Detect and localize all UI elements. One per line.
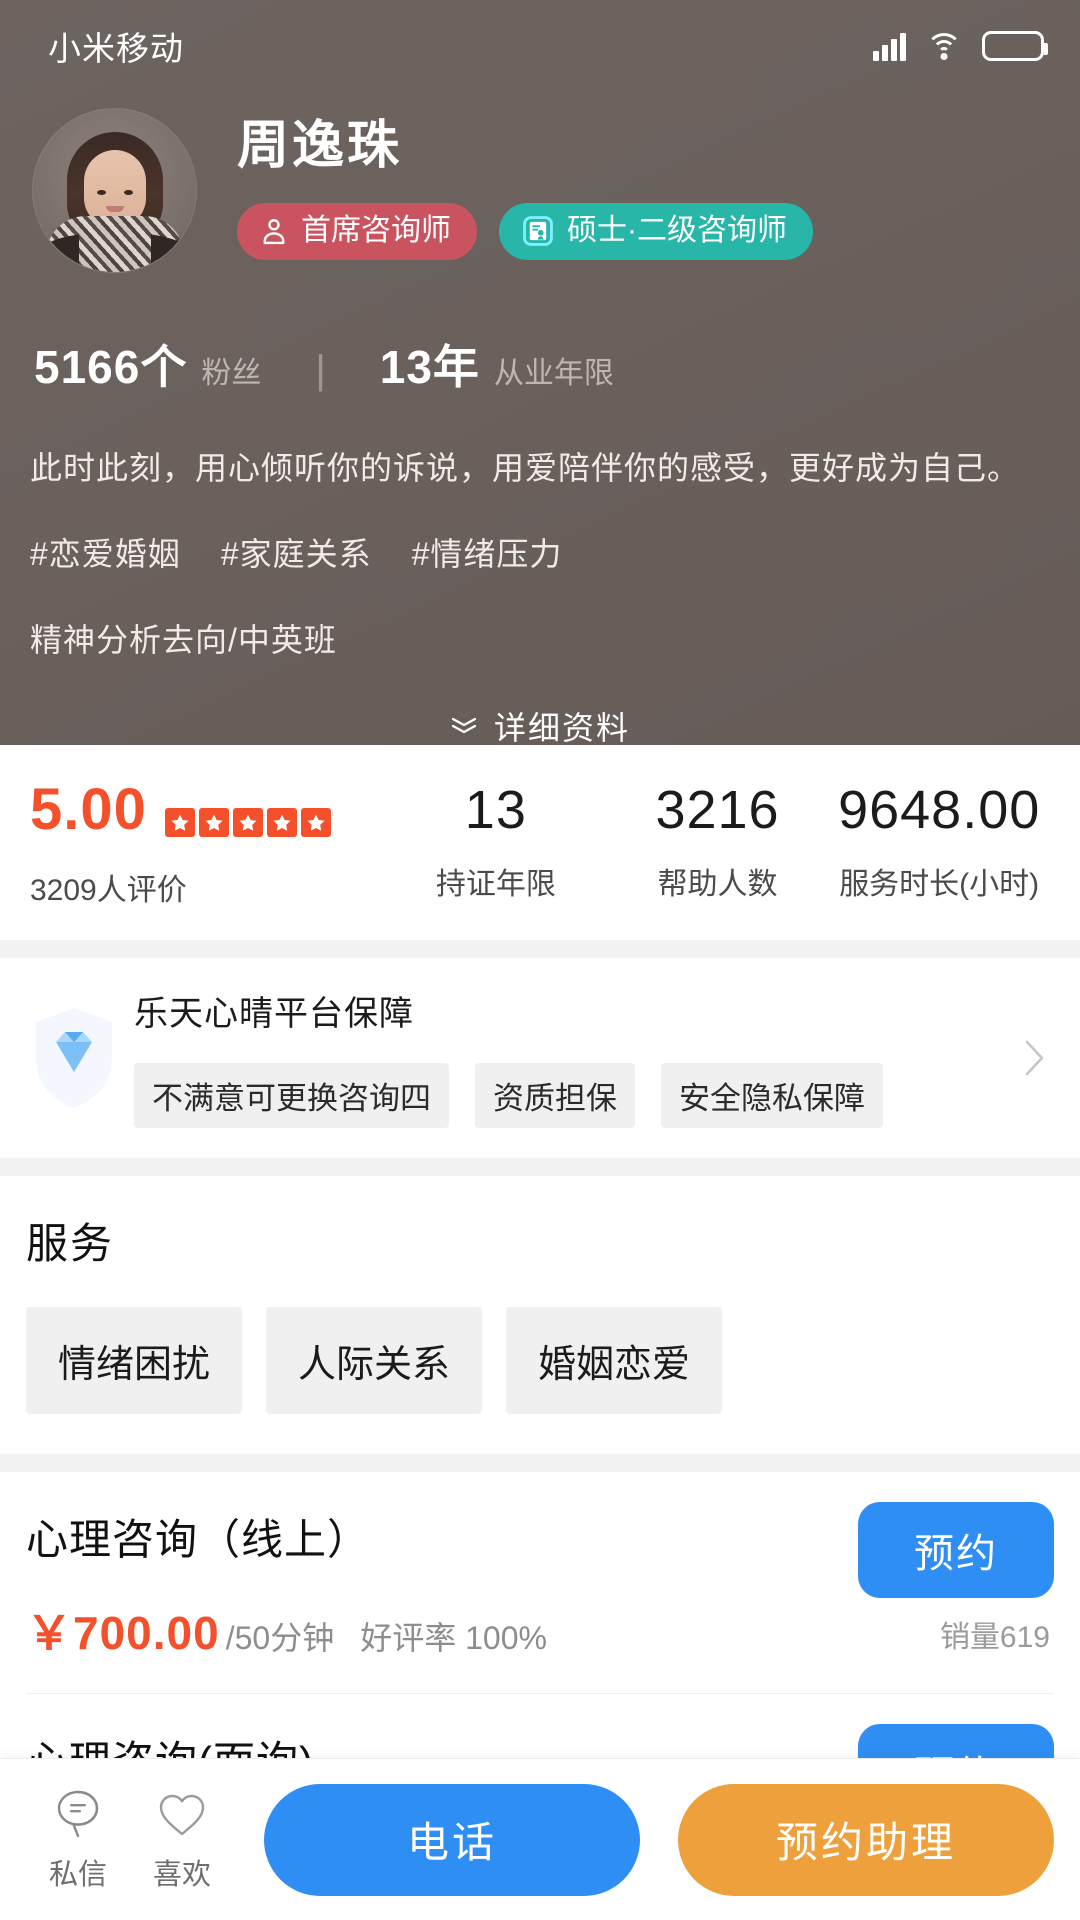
- signal-bars-icon: [873, 31, 906, 61]
- rating-score: 5.00: [30, 777, 147, 842]
- stat-value: 13: [464, 779, 527, 840]
- book-button[interactable]: 预约: [858, 1502, 1054, 1598]
- star-icon: [266, 808, 297, 837]
- followers-label: 粉丝: [201, 357, 262, 390]
- battery-icon: [982, 31, 1048, 61]
- private-message-label: 私信: [48, 1858, 107, 1891]
- certificate-icon: [523, 216, 553, 247]
- status-icons: [873, 31, 1048, 61]
- profile-tag[interactable]: #情绪压力: [412, 529, 563, 575]
- service-tag[interactable]: 人际关系: [266, 1307, 483, 1414]
- star-icon: [300, 808, 331, 837]
- counts-divider: |: [315, 348, 326, 392]
- profile-school: 精神分析去向/中英班: [30, 622, 337, 658]
- service-tag[interactable]: 婚姻恋爱: [506, 1307, 723, 1414]
- heart-icon: [159, 1794, 205, 1835]
- section-divider: [0, 1454, 1080, 1472]
- profile-tag[interactable]: #家庭关系: [221, 529, 372, 575]
- badge-certificate[interactable]: 硕士·二级咨询师: [499, 203, 813, 261]
- avatar-mouth: [105, 205, 124, 212]
- guarantee-chip: 不满意可更换咨询四: [134, 1063, 449, 1128]
- profile-tags: #恋爱婚姻 #家庭关系 #情绪压力: [0, 489, 1080, 575]
- product-rating-rate: 好评率 100%: [360, 1620, 547, 1656]
- product-unit: /50分钟: [225, 1620, 335, 1656]
- consultant-profile-page: 小米移动 周逸珠 首席咨询师 硕士·二级咨询师 5166个 粉丝 | 13年 从…: [0, 0, 1080, 1920]
- profile-bio: 此时此刻，用心倾听你的诉说，用爱陪伴你的感受，更好成为自己。: [30, 450, 1021, 486]
- profile-counts: 5166个 粉丝 | 13年 从业年限: [0, 273, 1080, 397]
- avatar-eye-right: [123, 189, 133, 195]
- favorite-label: 喜欢: [152, 1858, 211, 1891]
- favorite-button[interactable]: 喜欢: [130, 1787, 234, 1893]
- private-message-button[interactable]: 私信: [26, 1787, 130, 1893]
- diamond-shield-icon: [26, 1002, 122, 1112]
- service-section: 服务 情绪困扰 人际关系 婚姻恋爱: [0, 1176, 1080, 1454]
- guarantee-body: 乐天心晴平台保障 不满意可更换咨询四 资质担保 安全隐私保障: [134, 986, 883, 1128]
- stat-label: 服务时长(小时): [839, 867, 1040, 901]
- product-sales: 销量619: [939, 1621, 1050, 1654]
- stat-cert-years: 13 持证年限: [385, 783, 607, 903]
- guarantee-chip: 安全隐私保障: [661, 1063, 883, 1128]
- platform-guarantee-section[interactable]: 乐天心晴平台保障 不满意可更换咨询四 资质担保 安全隐私保障: [0, 958, 1080, 1158]
- call-button[interactable]: 电话: [264, 1783, 640, 1896]
- badge-certificate-label: 硕士·二级咨询师: [567, 214, 787, 248]
- bottom-action-bar: 私信 喜欢 电话 预约助理: [0, 1758, 1080, 1920]
- rating-block: 5.00 3209人评价: [30, 776, 385, 909]
- chevron-right-icon[interactable]: [1024, 1039, 1046, 1077]
- detail-info-toggle[interactable]: 详细资料: [0, 661, 1080, 745]
- service-tag[interactable]: 情绪困扰: [26, 1307, 243, 1414]
- service-tags: 情绪困扰 人际关系 婚姻恋爱: [26, 1307, 1054, 1414]
- section-divider: [0, 1158, 1080, 1176]
- book-assistant-button[interactable]: 预约助理: [678, 1783, 1054, 1896]
- badge-chief-label: 首席咨询师: [301, 214, 451, 248]
- followers-value: 5166个: [34, 341, 188, 393]
- avatar-eye-left: [96, 189, 106, 195]
- carrier-label: 小米移动: [48, 30, 184, 67]
- stat-label: 帮助人数: [657, 867, 778, 901]
- chevron-double-down-icon: [451, 717, 477, 734]
- avatar-collar: [39, 232, 190, 272]
- product-price-line: ￥700.00 /50分钟 好评率 100%: [26, 1597, 1054, 1663]
- rating-row: 5.00: [30, 776, 385, 843]
- section-divider: [0, 940, 1080, 958]
- service-title: 服务: [26, 1220, 115, 1267]
- rating-stars: [164, 808, 331, 837]
- profile-meta: 周逸珠 首席咨询师 硕士·二级咨询师: [197, 108, 813, 273]
- badge-chief-consultant[interactable]: 首席咨询师: [237, 203, 477, 261]
- bottom-actions: 电话 预约助理: [264, 1783, 1054, 1896]
- detail-info-label: 详细资料: [493, 710, 630, 745]
- status-bar: 小米移动: [0, 0, 1080, 92]
- stats-bar: 5.00 3209人评价 13 持证年限 3216 帮助人数 9648.00 服…: [0, 745, 1080, 940]
- product-price: ￥700.00: [26, 1607, 220, 1659]
- stat-helped-people: 3216 帮助人数: [607, 783, 829, 903]
- wifi-icon: [926, 32, 962, 60]
- stat-label: 持证年限: [435, 867, 556, 901]
- profile-badges: 首席咨询师 硕士·二级咨询师: [237, 203, 813, 261]
- experience-value: 13年: [379, 341, 480, 393]
- guarantee-chips: 不满意可更换咨询四 资质担保 安全隐私保障: [134, 1063, 883, 1128]
- stat-value: 3216: [655, 779, 780, 840]
- avatar[interactable]: [32, 108, 197, 273]
- star-icon: [164, 808, 195, 837]
- profile-top: 周逸珠 首席咨询师 硕士·二级咨询师: [0, 92, 1080, 273]
- stat-service-hours: 9648.00 服务时长(小时): [828, 783, 1050, 903]
- profile-header: 小米移动 周逸珠 首席咨询师 硕士·二级咨询师 5166个 粉丝 | 13年 从…: [0, 0, 1080, 745]
- stat-value: 9648.00: [838, 779, 1041, 840]
- star-icon: [198, 808, 229, 837]
- profile-tag[interactable]: #恋爱婚姻: [30, 529, 181, 575]
- product-item-online: 心理咨询（线上） ￥700.00 /50分钟 好评率 100% 预约 销量619: [26, 1472, 1054, 1693]
- person-icon: [263, 219, 285, 245]
- guarantee-chip: 资质担保: [475, 1063, 635, 1128]
- reviews-count-label: 3209人评价: [30, 874, 187, 907]
- message-icon: [57, 1790, 99, 1837]
- star-icon: [232, 808, 263, 837]
- guarantee-title: 乐天心晴平台保障: [134, 995, 414, 1033]
- experience-label: 从业年限: [493, 357, 614, 390]
- profile-name: 周逸珠: [237, 117, 403, 175]
